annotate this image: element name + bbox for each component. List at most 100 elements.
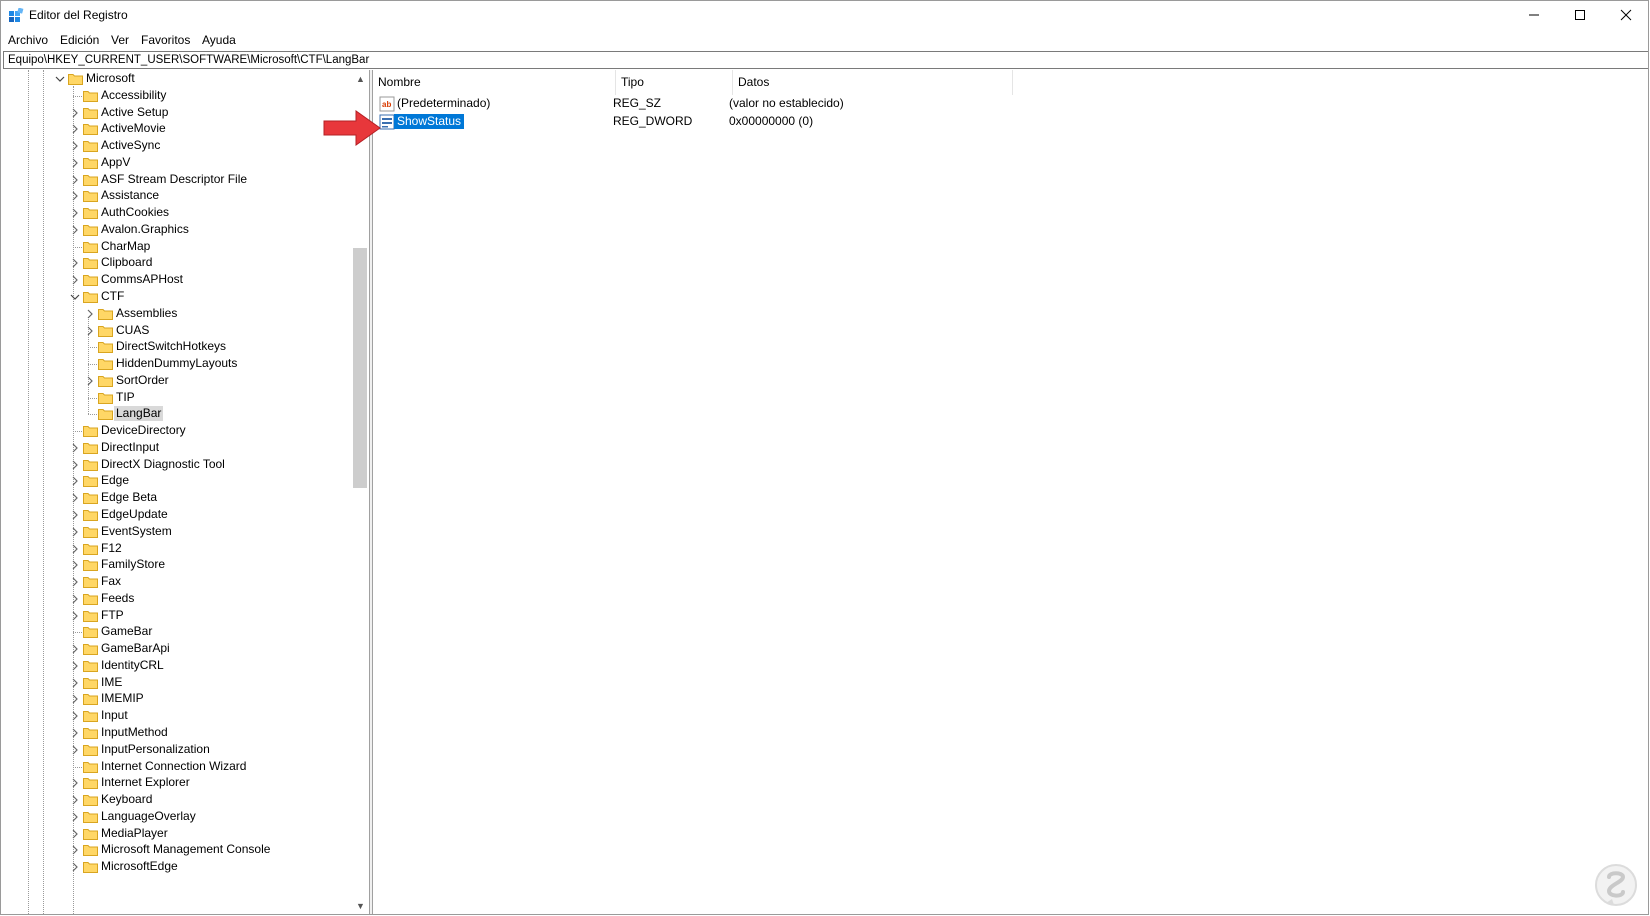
tree-item-imemip[interactable]: IMEMIP	[2, 690, 352, 708]
tree-item-active-setup[interactable]: Active Setup	[2, 104, 352, 122]
tree-item-authcookies[interactable]: AuthCookies	[2, 204, 352, 222]
chevron-right-icon[interactable]	[68, 171, 82, 189]
chevron-down-icon[interactable]	[53, 70, 67, 88]
column-header-data[interactable]: Datos	[733, 70, 1013, 95]
tree-item-familystore[interactable]: FamilyStore	[2, 556, 352, 574]
chevron-right-icon[interactable]	[68, 556, 82, 574]
chevron-right-icon[interactable]	[68, 120, 82, 138]
chevron-right-icon[interactable]	[68, 137, 82, 155]
tree-item-internet-connection-wizard[interactable]: Internet Connection Wizard	[2, 758, 352, 776]
tree-item-hiddendummylayouts[interactable]: HiddenDummyLayouts	[2, 355, 352, 373]
chevron-right-icon[interactable]	[68, 825, 82, 843]
address-bar[interactable]: Equipo\HKEY_CURRENT_USER\SOFTWARE\Micros…	[3, 51, 1649, 69]
value-row[interactable]: ab (Predeterminado) REG_SZ (valor no est…	[373, 95, 1373, 113]
tree-item-clipboard[interactable]: Clipboard	[2, 254, 352, 272]
chevron-right-icon[interactable]	[68, 741, 82, 759]
tree-item-appv[interactable]: AppV	[2, 154, 352, 172]
tree-item-input[interactable]: Input	[2, 707, 352, 725]
chevron-right-icon[interactable]	[68, 187, 82, 205]
minimize-button[interactable]	[1511, 0, 1557, 30]
tree-item-accessibility[interactable]: Accessibility	[2, 87, 352, 105]
chevron-right-icon[interactable]	[68, 724, 82, 742]
chevron-right-icon[interactable]	[68, 774, 82, 792]
tree-item-gamebar[interactable]: GameBar	[2, 623, 352, 641]
chevron-right-icon[interactable]	[83, 322, 97, 340]
scroll-thumb[interactable]	[353, 248, 367, 488]
tree-item-ime[interactable]: IME	[2, 674, 352, 692]
tree-item-edge[interactable]: Edge	[2, 472, 352, 490]
chevron-right-icon[interactable]	[68, 540, 82, 558]
tree-item-commsaphost[interactable]: CommsAPHost	[2, 271, 352, 289]
chevron-right-icon[interactable]	[68, 640, 82, 658]
scroll-up-icon[interactable]: ▲	[352, 70, 369, 87]
chevron-down-icon[interactable]	[68, 288, 82, 306]
chevron-right-icon[interactable]	[68, 506, 82, 524]
tree-item-edge-beta[interactable]: Edge Beta	[2, 489, 352, 507]
chevron-right-icon[interactable]	[83, 372, 97, 390]
menu-ver[interactable]: Ver	[111, 32, 129, 48]
chevron-right-icon[interactable]	[68, 254, 82, 272]
chevron-right-icon[interactable]	[83, 305, 97, 323]
tree-item-devicedirectory[interactable]: DeviceDirectory	[2, 422, 352, 440]
tree-item-tip[interactable]: TIP	[2, 389, 352, 407]
tree-item-activemovie[interactable]: ActiveMovie	[2, 120, 352, 138]
tree-item-eventsystem[interactable]: EventSystem	[2, 523, 352, 541]
tree-item-microsoft-management-console[interactable]: Microsoft Management Console	[2, 841, 352, 859]
chevron-right-icon[interactable]	[68, 154, 82, 172]
tree-item-ctf[interactable]: CTF	[2, 288, 352, 306]
chevron-right-icon[interactable]	[68, 858, 82, 876]
tree-item-gamebarapi[interactable]: GameBarApi	[2, 640, 352, 658]
column-header-name[interactable]: Nombre	[373, 70, 616, 95]
menu-archivo[interactable]: Archivo	[8, 32, 48, 48]
column-header-type[interactable]: Tipo	[616, 70, 733, 95]
tree-item-activesync[interactable]: ActiveSync	[2, 137, 352, 155]
tree-item-keyboard[interactable]: Keyboard	[2, 791, 352, 809]
chevron-right-icon[interactable]	[68, 439, 82, 457]
maximize-button[interactable]	[1557, 0, 1603, 30]
tree-item-f12[interactable]: F12	[2, 540, 352, 558]
tree-item-cuas[interactable]: CUAS	[2, 322, 352, 340]
chevron-right-icon[interactable]	[68, 271, 82, 289]
tree-item-charmap[interactable]: CharMap	[2, 238, 352, 256]
tree-item-directinput[interactable]: DirectInput	[2, 439, 352, 457]
chevron-right-icon[interactable]	[68, 657, 82, 675]
chevron-right-icon[interactable]	[68, 808, 82, 826]
chevron-right-icon[interactable]	[68, 674, 82, 692]
tree-item-languageoverlay[interactable]: LanguageOverlay	[2, 808, 352, 826]
scroll-down-icon[interactable]: ▼	[352, 897, 369, 914]
tree-item-feeds[interactable]: Feeds	[2, 590, 352, 608]
chevron-right-icon[interactable]	[68, 841, 82, 859]
tree-item-internet-explorer[interactable]: Internet Explorer	[2, 774, 352, 792]
chevron-right-icon[interactable]	[68, 104, 82, 122]
menu-ayuda[interactable]: Ayuda	[202, 32, 236, 48]
tree-item-avalon-graphics[interactable]: Avalon.Graphics	[2, 221, 352, 239]
tree-item-sortorder[interactable]: SortOrder	[2, 372, 352, 390]
close-button[interactable]	[1603, 0, 1649, 30]
value-row-selected[interactable]: ShowStatus REG_DWORD 0x00000000 (0)	[373, 113, 1373, 131]
menu-edicion[interactable]: Edición	[60, 32, 99, 48]
tree-item-inputpersonalization[interactable]: InputPersonalization	[2, 741, 352, 759]
chevron-right-icon[interactable]	[68, 456, 82, 474]
chevron-right-icon[interactable]	[68, 204, 82, 222]
address-path[interactable]: Equipo\HKEY_CURRENT_USER\SOFTWARE\Micros…	[8, 53, 369, 67]
tree-item-fax[interactable]: Fax	[2, 573, 352, 591]
tree-item-directswitchhotkeys[interactable]: DirectSwitchHotkeys	[2, 338, 352, 356]
chevron-right-icon[interactable]	[68, 690, 82, 708]
chevron-right-icon[interactable]	[68, 707, 82, 725]
chevron-right-icon[interactable]	[68, 590, 82, 608]
chevron-right-icon[interactable]	[68, 472, 82, 490]
chevron-right-icon[interactable]	[68, 221, 82, 239]
tree-item-ftp[interactable]: FTP	[2, 607, 352, 625]
tree-item-directx-diagnostic-tool[interactable]: DirectX Diagnostic Tool	[2, 456, 352, 474]
tree-item-microsoftedge[interactable]: MicrosoftEdge	[2, 858, 352, 876]
chevron-right-icon[interactable]	[68, 489, 82, 507]
chevron-right-icon[interactable]	[68, 607, 82, 625]
menu-favoritos[interactable]: Favoritos	[141, 32, 190, 48]
chevron-right-icon[interactable]	[68, 573, 82, 591]
tree-item-assistance[interactable]: Assistance	[2, 187, 352, 205]
tree-item-asf-stream-descriptor-file[interactable]: ASF Stream Descriptor File	[2, 171, 352, 189]
tree-item-identitycrl[interactable]: IdentityCRL	[2, 657, 352, 675]
tree-item-mediaplayer[interactable]: MediaPlayer	[2, 825, 352, 843]
chevron-right-icon[interactable]	[68, 791, 82, 809]
tree-item-langbar[interactable]: LangBar	[2, 405, 352, 423]
